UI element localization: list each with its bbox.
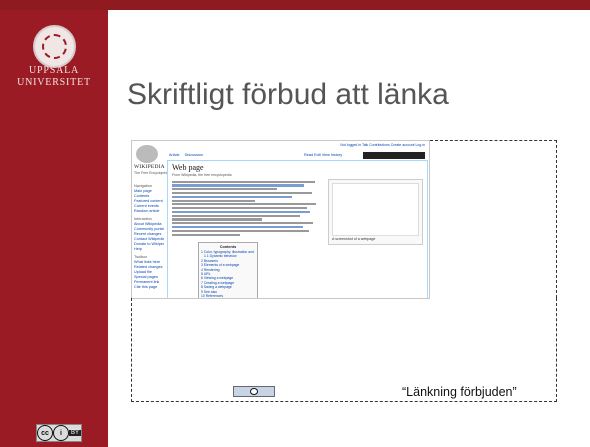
wikipedia-nav: Navigation Main page Contents Featured c… <box>134 181 164 290</box>
article-body-text <box>172 179 322 237</box>
article-content: Web page From Wikipedia, the free encycl… <box>167 160 428 298</box>
top-bar <box>0 0 590 10</box>
wikipedia-tagline: The Free Encyclopedia <box>134 171 170 175</box>
nav-item-cite[interactable]: Cite this page <box>134 285 164 290</box>
cc-icon: cc <box>37 425 53 441</box>
nav-item-random[interactable]: Random article <box>134 209 164 214</box>
wikipedia-globe-icon <box>136 145 158 163</box>
article-tabs: Article Discussion <box>169 153 207 158</box>
scroll-thumb-icon[interactable] <box>250 388 258 395</box>
view-tabs: Read Edit View history <box>304 153 342 158</box>
attribution-icon: i <box>53 425 69 441</box>
dashed-frame-right <box>430 140 557 298</box>
figure-thumbnail[interactable] <box>332 183 419 236</box>
license-by-label: BY <box>69 430 82 436</box>
university-seal-icon <box>33 25 76 68</box>
wikipedia-search-input[interactable] <box>363 152 425 159</box>
university-name-line1: UPPSALA <box>28 65 80 76</box>
article-figure: A screenshot of a webpage <box>328 179 423 245</box>
slide-caption: “Länkning förbjuden” <box>402 385 517 399</box>
slide-title: Skriftligt förbud att länka <box>127 78 449 111</box>
table-of-contents: Contents 1 Color, typography, illustrati… <box>198 242 258 298</box>
nav-item-help[interactable]: Help <box>134 247 164 252</box>
tab-view-history[interactable]: View history <box>322 153 342 157</box>
tab-edit[interactable]: Edit <box>314 153 321 157</box>
tab-article[interactable]: Article <box>169 153 180 157</box>
cc-license-badge: cc i BY <box>36 424 82 442</box>
tab-read[interactable]: Read <box>304 153 313 157</box>
wikipedia-screenshot: WIKIPEDIA The Free Encyclopedia Not logg… <box>131 140 430 299</box>
article-title: Web page <box>172 163 204 172</box>
figure-caption: A screenshot of a webpage <box>332 237 376 241</box>
university-name-line2: UNIVERSITET <box>17 77 91 88</box>
user-links[interactable]: Not logged in Talk Contributions Create … <box>340 143 425 148</box>
horizontal-scrollbar[interactable] <box>233 386 275 397</box>
article-from-line: From Wikipedia, the free encyclopedia <box>172 173 232 177</box>
tab-discussion[interactable]: Discussion <box>185 153 203 157</box>
